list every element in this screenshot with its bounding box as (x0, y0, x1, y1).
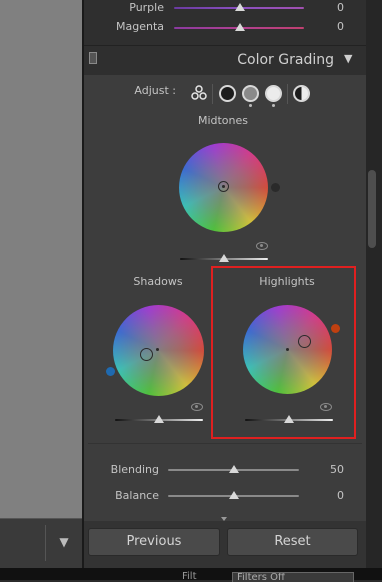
shadows-hue-handle[interactable] (106, 367, 115, 376)
magenta-label: Magenta (115, 20, 164, 33)
balance-value[interactable]: 0 (314, 490, 344, 502)
adjust-label: Adjust : (134, 84, 176, 97)
section-title: Color Grading (237, 52, 334, 68)
filter-label: Filt (182, 571, 197, 582)
shadows-center-dot (156, 348, 159, 351)
midtones-center-dot (222, 185, 225, 188)
highlights-annotation-box (211, 266, 356, 439)
magenta-slider-thumb[interactable] (235, 23, 245, 31)
filter-dropdown[interactable]: Filters Off (232, 572, 354, 582)
collapse-triangle-icon[interactable]: ▼ (344, 53, 352, 65)
shadows-picker-ring[interactable] (140, 348, 153, 361)
blending-slider-thumb[interactable] (229, 465, 239, 473)
scrollbar-thumb[interactable] (368, 170, 376, 248)
midtones-hue-handle[interactable] (271, 183, 280, 192)
midtones-mode-icon[interactable] (242, 85, 259, 102)
shadows-label: Shadows (133, 275, 183, 288)
balance-label: Balance (115, 489, 159, 502)
balance-slider-thumb[interactable] (229, 491, 239, 499)
shadows-luminance-thumb[interactable] (154, 415, 164, 423)
purple-label: Purple (129, 1, 164, 14)
magenta-value[interactable]: 0 (314, 21, 344, 33)
midtones-eye-icon[interactable] (256, 242, 268, 250)
purple-value[interactable]: 0 (314, 2, 344, 14)
mode-indicator-dot (249, 104, 252, 107)
previous-button[interactable]: Previous (88, 528, 220, 556)
midtones-label: Midtones (197, 114, 249, 127)
shadows-eye-icon[interactable] (191, 403, 203, 411)
reset-button[interactable]: Reset (227, 528, 358, 556)
panel-toggle-switch[interactable] (89, 52, 97, 64)
toolbar-divider (45, 525, 46, 561)
mode-indicator-dot (272, 104, 275, 107)
toolbar-dropdown-icon[interactable]: ▼ (52, 530, 76, 554)
three-way-icon[interactable] (190, 84, 208, 102)
mode-divider (212, 84, 213, 104)
section-separator (88, 443, 362, 444)
highlights-mode-icon[interactable] (265, 85, 282, 102)
midtones-luminance-thumb[interactable] (219, 254, 229, 262)
blending-value[interactable]: 50 (314, 464, 344, 476)
purple-slider-thumb[interactable] (235, 3, 245, 11)
image-preview-area (0, 0, 82, 518)
mode-divider (287, 84, 288, 104)
panel-scrollbar[interactable] (366, 0, 382, 568)
shadows-mode-icon[interactable] (219, 85, 236, 102)
global-mode-icon[interactable] (293, 85, 310, 102)
blending-label: Blending (110, 463, 159, 476)
